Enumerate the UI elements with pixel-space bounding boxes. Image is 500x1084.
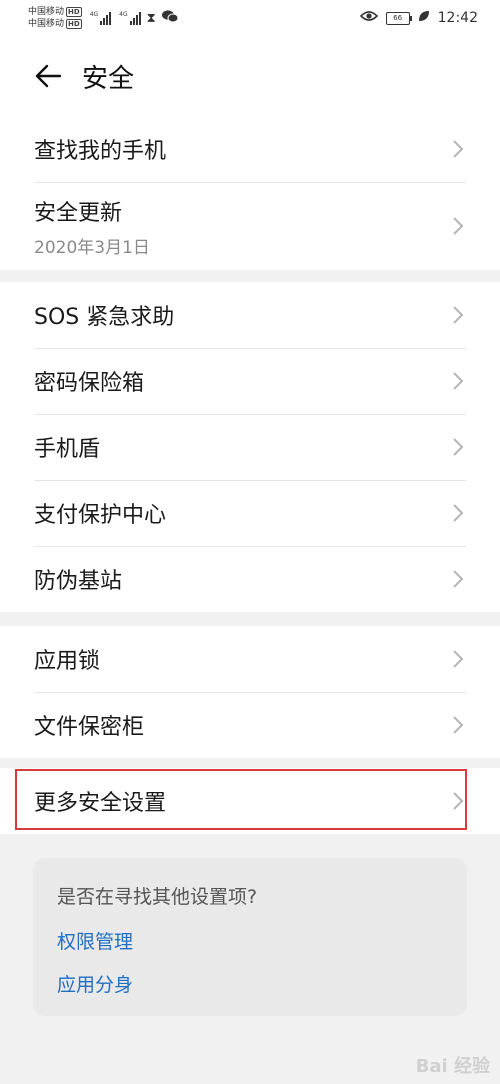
signal-1-icon: 4G [89,11,112,25]
row-more-security-settings[interactable]: 更多安全设置 [0,768,500,834]
chevron-right-icon [452,436,466,458]
row-file-safe[interactable]: 文件保密柜 [0,692,500,758]
back-button[interactable] [28,56,68,96]
watermark-text: Bai 经验 [415,1056,490,1077]
hd-badge-2: HD [66,19,82,29]
link-app-twin[interactable]: 应用分身 [57,970,443,997]
row-password-vault[interactable]: 密码保险箱 [0,348,500,414]
link-permission-management[interactable]: 权限管理 [57,927,443,954]
row-label: 更多安全设置 [34,791,167,816]
row-label: 防伪基站 [34,569,123,594]
chevron-right-icon [452,370,466,392]
page-header: 安全 [0,36,500,116]
network-type-1: 4G [89,11,99,18]
leaf-icon [418,10,430,26]
status-time: 12:42 [437,10,478,26]
hd-badge-1: HD [66,7,82,17]
suggestion-card: 是否在寻找其他设置项? 权限管理 应用分身 [33,858,467,1016]
row-label: 文件保密柜 [34,715,145,740]
status-right: 66 12:42 [359,10,478,26]
carrier-1: 中国移动 HD [28,6,82,18]
row-label: 查找我的手机 [34,139,167,164]
row-label: 手机盾 [34,437,101,462]
chevron-right-icon [452,648,466,670]
battery-icon: 66 [385,11,412,25]
row-label: 应用锁 [34,649,101,674]
back-arrow-icon [35,64,62,88]
row-label: 安全更新 [34,200,123,226]
hourglass-icon: ⧗ [146,10,156,26]
chevron-right-icon [452,138,466,160]
carrier-1-name: 中国移动 [28,7,65,17]
row-label: 密码保险箱 [34,371,145,396]
chevron-right-icon [452,215,466,237]
watermark-logo: Bai 经验 [416,1052,490,1078]
status-bar: 中国移动 HD 中国移动 HD 4G 4G ⧗ 66 12:42 [0,0,500,36]
page-title: 安全 [82,63,135,94]
wechat-icon [161,9,179,27]
settings-group-2: SOS 紧急求助 密码保险箱 手机盾 支付保护中心 防伪基站 [0,282,500,612]
chevron-right-icon [452,502,466,524]
carrier-2-name: 中国移动 [28,19,65,29]
chevron-right-icon [452,714,466,736]
eye-icon [359,10,378,26]
row-find-my-phone[interactable]: 查找我的手机 [0,116,500,182]
row-sublabel: 2020年3月1日 [34,237,150,258]
row-payment-protection[interactable]: 支付保护中心 [0,480,500,546]
row-sos[interactable]: SOS 紧急求助 [0,282,500,348]
carrier-2: 中国移动 HD [28,18,82,30]
row-text: 安全更新 2020年3月1日 [34,195,150,258]
row-fake-base-station[interactable]: 防伪基站 [0,546,500,612]
row-label: 支付保护中心 [34,503,167,528]
status-left: 中国移动 HD 中国移动 HD 4G 4G ⧗ [28,6,179,30]
settings-group-3: 应用锁 文件保密柜 [0,626,500,758]
row-phone-shield[interactable]: 手机盾 [0,414,500,480]
chevron-right-icon [452,304,466,326]
settings-group-1: 查找我的手机 安全更新 2020年3月1日 [0,116,500,270]
chevron-right-icon [452,790,466,812]
network-type-2: 4G [119,11,128,18]
row-app-lock[interactable]: 应用锁 [0,626,500,692]
suggestion-title: 是否在寻找其他设置项? [57,886,258,908]
row-security-update[interactable]: 安全更新 2020年3月1日 [0,182,500,270]
carriers: 中国移动 HD 中国移动 HD [28,6,82,30]
signal-2-icon: 4G [119,11,141,25]
chevron-right-icon [452,568,466,590]
settings-group-4: 更多安全设置 [0,768,500,834]
row-label: SOS 紧急求助 [34,305,175,330]
